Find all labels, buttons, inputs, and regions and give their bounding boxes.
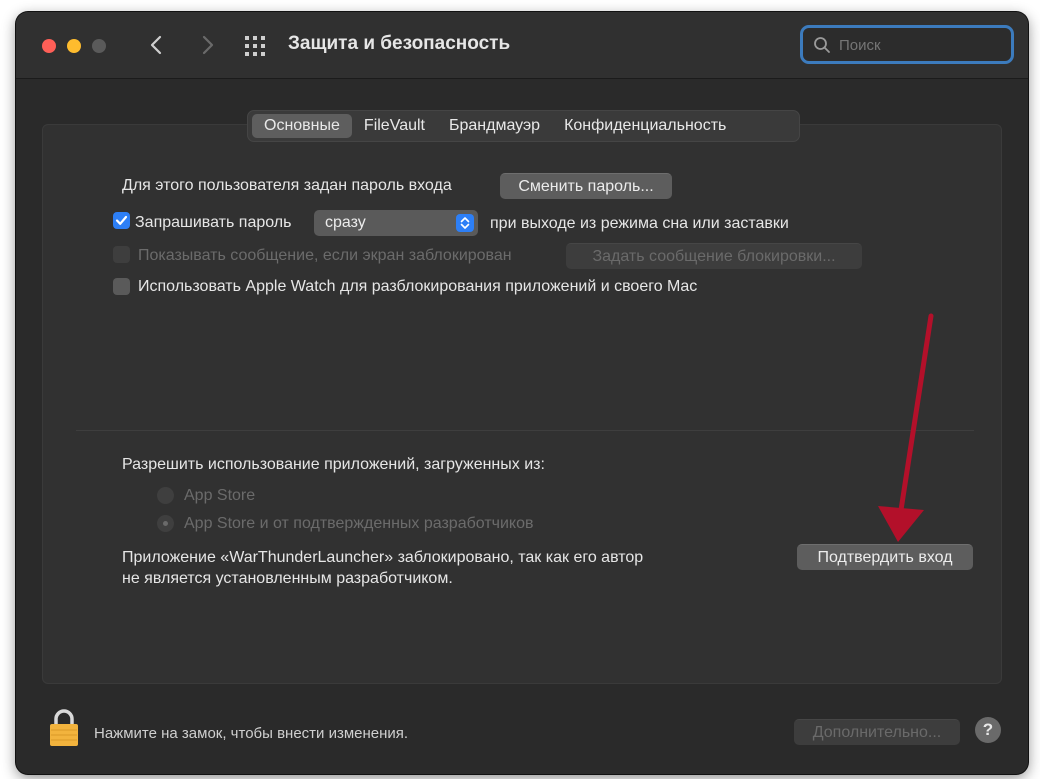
lock-button[interactable] (48, 708, 80, 748)
forward-chevron-icon (202, 35, 214, 55)
titlebar: Защита и безопасность (16, 12, 1028, 79)
show-all-button[interactable] (243, 34, 267, 58)
search-input[interactable] (839, 34, 999, 56)
set-lock-message-button[interactable]: Задать сообщение блокировки... (566, 243, 862, 269)
radio-app-store-identified-label: App Store и от подтвержденных разработчи… (184, 515, 534, 532)
content-panel (42, 124, 1002, 684)
tab-privacy[interactable]: Конфиденциальность (552, 114, 738, 138)
checkmark-icon (115, 215, 128, 225)
minimize-button[interactable] (67, 39, 81, 53)
radio-app-store-label: App Store (184, 487, 256, 504)
require-password-checkbox[interactable] (113, 212, 130, 229)
allow-apps-heading: Разрешить использование приложений, загр… (122, 456, 545, 473)
tab-filevault[interactable]: FileVault (352, 114, 437, 138)
require-password-label: Запрашивать пароль (135, 214, 292, 231)
advanced-button[interactable]: Дополнительно... (794, 719, 960, 745)
lock-icon (50, 709, 78, 746)
show-message-label: Показывать сообщение, если экран заблоки… (138, 247, 512, 264)
lock-hint: Нажмите на замок, чтобы внести изменения… (94, 725, 409, 742)
close-button[interactable] (42, 39, 56, 53)
change-password-button[interactable]: Сменить пароль... (500, 173, 672, 199)
password-delay-select[interactable]: сразу (314, 210, 478, 236)
grid-icon (245, 36, 265, 56)
apple-watch-label: Использовать Apple Watch для разблокиров… (138, 278, 698, 295)
search-icon (814, 37, 830, 53)
tab-firewall[interactable]: Брандмауэр (437, 114, 552, 138)
radio-app-store-identified[interactable] (157, 515, 174, 532)
open-anyway-button[interactable]: Подтвердить вход (797, 544, 973, 570)
blocked-message-line1: Приложение «WarThunderLauncher» заблокир… (122, 549, 644, 566)
apple-watch-checkbox[interactable] (113, 278, 130, 295)
updown-arrows-icon (456, 214, 474, 232)
tab-bar: Основные FileVault Брандмауэр Конфиденци… (247, 110, 800, 142)
search-field[interactable] (800, 25, 1014, 64)
radio-app-store[interactable] (157, 487, 174, 504)
password-set-label: Для этого пользователя задан пароль вход… (122, 177, 452, 194)
preferences-window: Защита и безопасность Основные FileVault… (16, 12, 1028, 774)
forward-button[interactable] (192, 30, 222, 60)
back-chevron-icon (150, 35, 162, 55)
help-button[interactable]: ? (975, 717, 1001, 743)
window-title: Защита и безопасность (288, 33, 511, 54)
back-button[interactable] (142, 30, 172, 60)
require-password-suffix: при выходе из режима сна или заставки (490, 215, 789, 232)
blocked-message-line2: не является установленным разработчиком. (122, 570, 453, 587)
section-divider (76, 430, 974, 431)
password-delay-value: сразу (325, 214, 366, 231)
tab-general[interactable]: Основные (252, 114, 352, 138)
show-message-checkbox[interactable] (113, 246, 130, 263)
zoom-button[interactable] (92, 39, 106, 53)
